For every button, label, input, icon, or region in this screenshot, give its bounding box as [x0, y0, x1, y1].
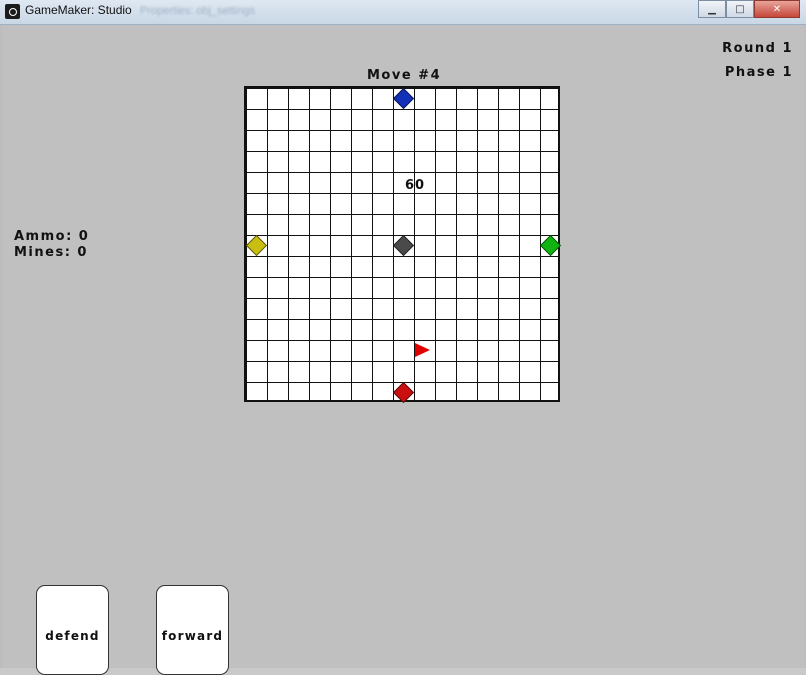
defend-card-label: defend [45, 629, 100, 643]
minimize-button[interactable]: ▁ [698, 0, 726, 18]
window-title: GameMaker: Studio [25, 3, 132, 17]
gamemaker-app-icon [5, 4, 20, 19]
close-button[interactable]: ✕ [754, 0, 800, 18]
title-bar: GameMaker: Studio Properties: obj_settin… [0, 0, 806, 25]
round-indicator: Round 1 [722, 41, 793, 56]
phase-indicator: Phase 1 [724, 65, 793, 80]
close-icon: ✕ [772, 3, 782, 15]
maximize-button[interactable]: □ [726, 0, 754, 18]
forward-card[interactable]: forward [156, 585, 229, 675]
defend-card[interactable]: defend [36, 585, 109, 675]
center-value: 60 [405, 178, 426, 193]
game-window: GameMaker: Studio Properties: obj_settin… [0, 0, 806, 675]
mines-counter: Mines: 0 [14, 245, 88, 260]
minimize-icon: ▁ [708, 3, 716, 15]
maximize-icon: □ [735, 3, 745, 15]
ammo-counter: Ammo: 0 [14, 229, 90, 244]
background-window-title: Properties: obj_settings [140, 5, 255, 17]
move-counter: Move #4 [367, 68, 442, 83]
player-direction-arrow [415, 343, 430, 357]
forward-card-label: forward [161, 629, 224, 643]
